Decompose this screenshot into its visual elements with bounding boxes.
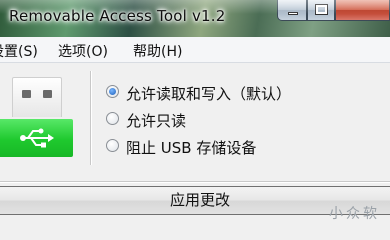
menu-options[interactable]: 选项(O) [58, 41, 108, 61]
minimize-button[interactable] [277, 0, 307, 21]
usb-symbol-icon [0, 119, 73, 157]
radio-button[interactable] [106, 112, 119, 125]
watermark: 小众软 [329, 206, 380, 222]
title-bar: Removable Access Tool v1.2 [0, 0, 390, 37]
menu-help[interactable]: 帮助(H) [133, 41, 182, 61]
minimize-icon [288, 12, 298, 15]
radio-label: 允许读取和写入（默认） [126, 85, 292, 103]
usb-plug-icon [12, 77, 62, 117]
radio-button-selected[interactable] [106, 85, 119, 98]
horizontal-divider [0, 181, 390, 183]
radio-label: 允许只读 [126, 112, 187, 130]
main-panel: 允许读取和写入（默认） 允许只读 阻止 USB 存储设备 [0, 63, 390, 181]
menu-bar: 设置(S) 选项(O) 帮助(H) [0, 37, 390, 63]
window-title: Removable Access Tool v1.2 [9, 7, 226, 25]
maximize-button[interactable] [307, 0, 335, 21]
radio-button[interactable] [106, 139, 119, 152]
vertical-divider [90, 71, 92, 165]
menu-settings[interactable]: 设置(S) [0, 41, 38, 61]
maximize-icon [315, 4, 328, 15]
radio-label: 阻止 USB 存储设备 [126, 139, 257, 157]
close-button[interactable] [335, 0, 390, 21]
